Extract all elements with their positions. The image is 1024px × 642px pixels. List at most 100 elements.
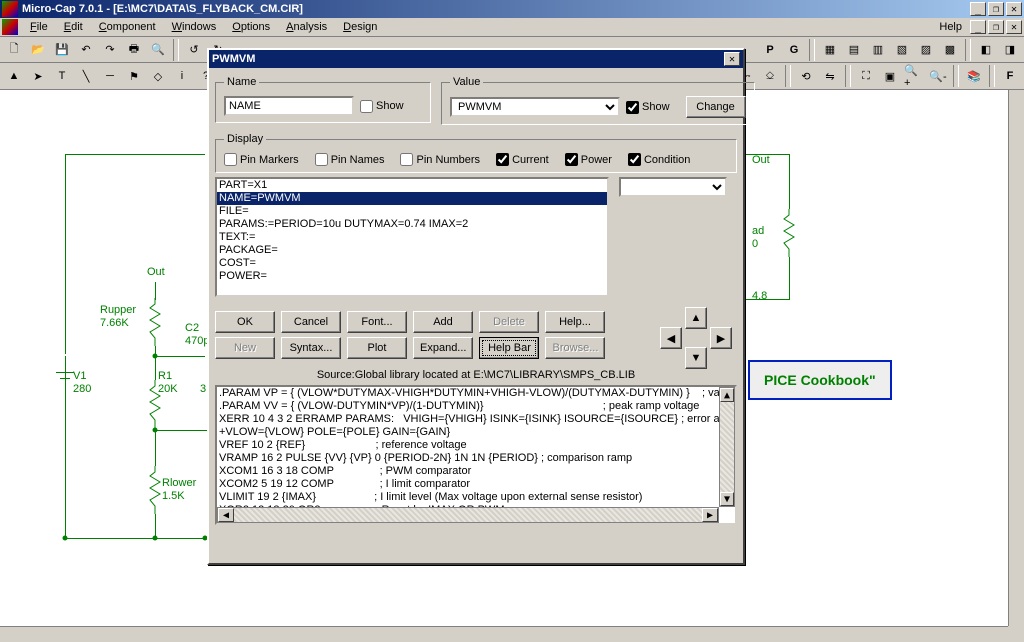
menubar: File Edit Component Windows Options Anal…	[0, 18, 1024, 37]
package-select[interactable]	[619, 177, 727, 197]
letter-f-button[interactable]: F	[999, 65, 1021, 87]
flag-icon[interactable]: ⚑	[123, 65, 145, 87]
mdi-close-button[interactable]: ✕	[1006, 20, 1022, 34]
syntax-button[interactable]: Syntax...	[281, 337, 341, 359]
grid2-icon[interactable]: ▤	[843, 39, 865, 61]
source-location-label: Source:Global library located at E:\MC7\…	[215, 369, 737, 381]
rload-resistor-icon	[784, 209, 796, 257]
dialog-close-button[interactable]: ✕	[724, 52, 740, 66]
new-button[interactable]: New	[215, 337, 275, 359]
ok-button[interactable]: OK	[215, 311, 275, 333]
minimize-button[interactable]: _	[970, 2, 986, 16]
zoomin-icon[interactable]: 🔍+	[903, 65, 925, 87]
menu-windows[interactable]: Windows	[164, 19, 225, 35]
condition-checkbox[interactable]: Condition	[628, 153, 690, 166]
close-button[interactable]: ✕	[1006, 2, 1022, 16]
attr-line[interactable]: FILE=	[217, 205, 607, 218]
print-icon[interactable]: 🖶	[123, 39, 145, 61]
name-show-checkbox[interactable]: Show	[360, 100, 404, 113]
source-vscroll[interactable]: ▲ ▼	[719, 387, 735, 507]
menu-options[interactable]: Options	[224, 19, 278, 35]
delete-button[interactable]: Delete	[479, 311, 539, 333]
canvas-scroll-corner	[1008, 626, 1024, 642]
wire-icon[interactable]: ╲	[75, 65, 97, 87]
nav-left-button[interactable]: ◀	[660, 327, 682, 349]
current-checkbox[interactable]: Current	[496, 153, 549, 166]
change-button[interactable]: Change	[686, 96, 746, 118]
font-button[interactable]: Font...	[347, 311, 407, 333]
plot-button[interactable]: Plot	[347, 337, 407, 359]
help-bar-button[interactable]: Help Bar	[479, 337, 539, 359]
letter-p-button[interactable]: P	[759, 39, 781, 61]
component-dialog: PWMVM ✕ Name Show Value PWMVM Show Chang…	[207, 48, 745, 565]
menu-help[interactable]: Help	[931, 19, 970, 35]
menu-edit[interactable]: Edit	[56, 19, 91, 35]
nav-right-button[interactable]: ▶	[710, 327, 732, 349]
menu-component[interactable]: Component	[91, 19, 164, 35]
source-hscroll[interactable]: ◀ ▶	[217, 507, 719, 523]
info-icon[interactable]: i	[171, 65, 193, 87]
help-button[interactable]: Help...	[545, 311, 605, 333]
back-icon[interactable]: ↶	[75, 39, 97, 61]
select-icon[interactable]: ▲	[3, 65, 25, 87]
new-file-icon[interactable]: 🗋	[3, 39, 25, 61]
tool-a-icon[interactable]: ◧	[975, 39, 997, 61]
grid1-icon[interactable]: ▦	[819, 39, 841, 61]
browse-button[interactable]: Browse...	[545, 337, 605, 359]
restore-button[interactable]: ❐	[988, 2, 1004, 16]
attr-line[interactable]: COST=	[217, 257, 607, 270]
attr-line[interactable]: TEXT:=	[217, 231, 607, 244]
zoomout-icon[interactable]: 🔍-	[927, 65, 949, 87]
text-tool-icon[interactable]: T	[51, 65, 73, 87]
mdi-minimize-button[interactable]: _	[970, 20, 986, 34]
value-select[interactable]: PWMVM	[450, 97, 620, 117]
name-input[interactable]	[224, 96, 354, 116]
pin-markers-checkbox[interactable]: Pin Markers	[224, 153, 299, 166]
canvas-vscrollbar[interactable]	[1008, 90, 1024, 626]
power-checkbox[interactable]: Power	[565, 153, 612, 166]
save-icon[interactable]: 💾	[51, 39, 73, 61]
attr-line[interactable]: PART=X1	[217, 179, 607, 192]
shape-icon[interactable]: ◇	[147, 65, 169, 87]
forward-icon[interactable]: ↷	[99, 39, 121, 61]
nav-up-button[interactable]: ▲	[685, 307, 707, 329]
expand-button[interactable]: Expand...	[413, 337, 473, 359]
undo-icon[interactable]: ↺	[183, 39, 205, 61]
grid6-icon[interactable]: ▩	[939, 39, 961, 61]
attr-line[interactable]: POWER=	[217, 270, 607, 283]
attr-line[interactable]: PACKAGE=	[217, 244, 607, 257]
line-icon[interactable]: ─	[99, 65, 121, 87]
menu-design[interactable]: Design	[335, 19, 385, 35]
pin-names-checkbox[interactable]: Pin Names	[315, 153, 385, 166]
pointer-icon[interactable]: ➤	[27, 65, 49, 87]
mdi-restore-button[interactable]: ❐	[988, 20, 1004, 34]
attr-line[interactable]: NAME=PWMVM	[217, 192, 607, 205]
add-button[interactable]: Add	[413, 311, 473, 333]
value-show-checkbox[interactable]: Show	[626, 101, 670, 114]
open-file-icon[interactable]: 📂	[27, 39, 49, 61]
library-icon[interactable]: 📚	[963, 65, 985, 87]
zoomfit-icon[interactable]: ⛶	[855, 65, 877, 87]
r1-extra: 3	[200, 383, 206, 395]
comp4-icon[interactable]: ⎐	[759, 65, 781, 87]
rotate-icon[interactable]: ⟲	[795, 65, 817, 87]
attributes-listbox[interactable]: PART=X1NAME=PWMVMFILE=PARAMS:=PERIOD=10u…	[215, 177, 609, 297]
letter-g-button[interactable]: G	[783, 39, 805, 61]
tool-b-icon[interactable]: ◨	[999, 39, 1021, 61]
zoomsel-icon[interactable]: ▣	[879, 65, 901, 87]
rupper-value: 7.66K	[100, 317, 129, 329]
preview-icon[interactable]: 🔍	[147, 39, 169, 61]
menu-analysis[interactable]: Analysis	[278, 19, 335, 35]
canvas-hscrollbar[interactable]	[0, 626, 1008, 642]
grid3-icon[interactable]: ▥	[867, 39, 889, 61]
cancel-button[interactable]: Cancel	[281, 311, 341, 333]
menu-file[interactable]: File	[22, 19, 56, 35]
window-title: Micro-Cap 7.0.1 - [E:\MC7\DATA\S_FLYBACK…	[22, 3, 970, 15]
grid5-icon[interactable]: ▨	[915, 39, 937, 61]
pin-numbers-checkbox[interactable]: Pin Numbers	[400, 153, 480, 166]
mirror-icon[interactable]: ⇋	[819, 65, 841, 87]
attr-line[interactable]: PARAMS:=PERIOD=10u DUTYMAX=0.74 IMAX=2	[217, 218, 607, 231]
source-listing[interactable]: .PARAM VP = { (VLOW*DUTYMAX-VHIGH*DUTYMI…	[215, 385, 737, 525]
grid4-icon[interactable]: ▧	[891, 39, 913, 61]
nav-down-button[interactable]: ▼	[685, 347, 707, 369]
